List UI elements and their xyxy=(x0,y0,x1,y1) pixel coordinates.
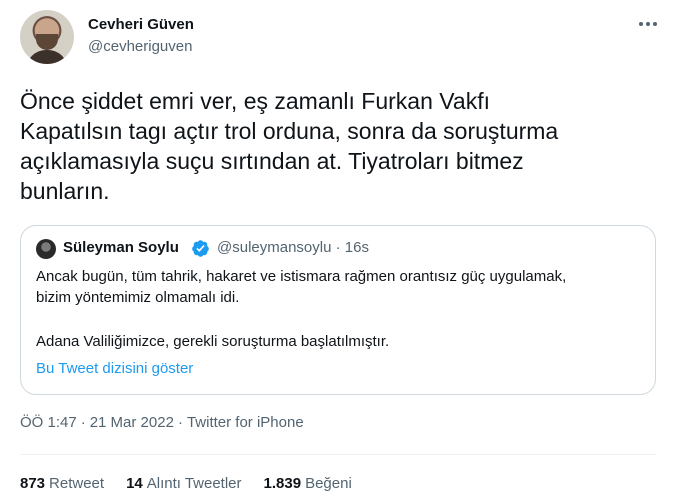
tweet-time[interactable]: ÖÖ 1:47 xyxy=(20,414,77,431)
author-avatar[interactable] xyxy=(20,10,74,64)
quoted-author-handle-time: @suleymansoylu · 16s xyxy=(217,239,369,256)
tweet-date[interactable]: 21 Mar 2022 xyxy=(90,414,174,431)
more-dot xyxy=(646,22,650,26)
verified-badge-icon xyxy=(192,240,209,257)
author-handle[interactable]: @cevheriguven xyxy=(88,38,192,55)
quotes-label: Alıntı Tweetler xyxy=(146,475,242,492)
tweet-text-line: bunların. xyxy=(20,178,110,204)
quoted-text-line: Ancak bugün, tüm tahrik, hakaret ve isti… xyxy=(36,268,567,285)
quoted-text-line: Adana Valiliğimizce, gerekli soruşturma … xyxy=(36,333,390,350)
tweet-detail: Cevheri Güven @cevheriguven Önce şiddet … xyxy=(0,0,675,501)
tweet-meta: ÖÖ 1:47 · 21 Mar 2022 · Twitter for iPhone xyxy=(20,414,304,431)
more-icon[interactable] xyxy=(636,12,660,36)
author-name[interactable]: Cevheri Güven xyxy=(88,16,194,33)
tweet-text-line: Önce şiddet emri ver, eş zamanlı Furkan … xyxy=(20,88,490,114)
meta-separator: · xyxy=(177,414,183,431)
avatar-beard xyxy=(36,34,58,50)
meta-separator: · xyxy=(80,414,86,431)
likes-label: Beğeni xyxy=(305,475,352,492)
quotes-stat[interactable]: 14 Alıntı Tweetler xyxy=(126,475,241,492)
engagement-stats: 873 Retweet 14 Alıntı Tweetler 1.839 Beğeni xyxy=(20,475,352,492)
quoted-text-line: bizim yöntemimiz olmamalı idi. xyxy=(36,289,240,306)
quoted-author-avatar xyxy=(36,239,56,259)
show-thread-link[interactable]: Bu Tweet dizisini göster xyxy=(36,360,193,377)
likes-stat[interactable]: 1.839 Beğeni xyxy=(264,475,352,492)
quoted-author-name: Süleyman Soylu xyxy=(63,239,179,256)
retweets-count: 873 xyxy=(20,475,46,492)
tweet-source[interactable]: Twitter for iPhone xyxy=(187,414,304,431)
retweets-stat[interactable]: 873 Retweet xyxy=(20,475,104,492)
quoted-tweet-card[interactable]: Süleyman Soylu @suleymansoylu · 16s Anca… xyxy=(20,225,656,395)
more-dot xyxy=(653,22,657,26)
tweet-text: Önce şiddet emri ver, eş zamanlı Furkan … xyxy=(20,86,660,206)
tweet-text-line: açıklamasıyla suçu sırtından at. Tiyatro… xyxy=(20,148,524,174)
quotes-count: 14 xyxy=(126,475,143,492)
avatar-shirt xyxy=(26,50,68,64)
divider xyxy=(20,454,656,455)
more-dot xyxy=(639,22,643,26)
tweet-text-line: Kapatılsın tagı açtır trol orduna, sonra… xyxy=(20,118,559,144)
likes-count: 1.839 xyxy=(263,475,302,492)
retweets-label: Retweet xyxy=(49,475,105,492)
